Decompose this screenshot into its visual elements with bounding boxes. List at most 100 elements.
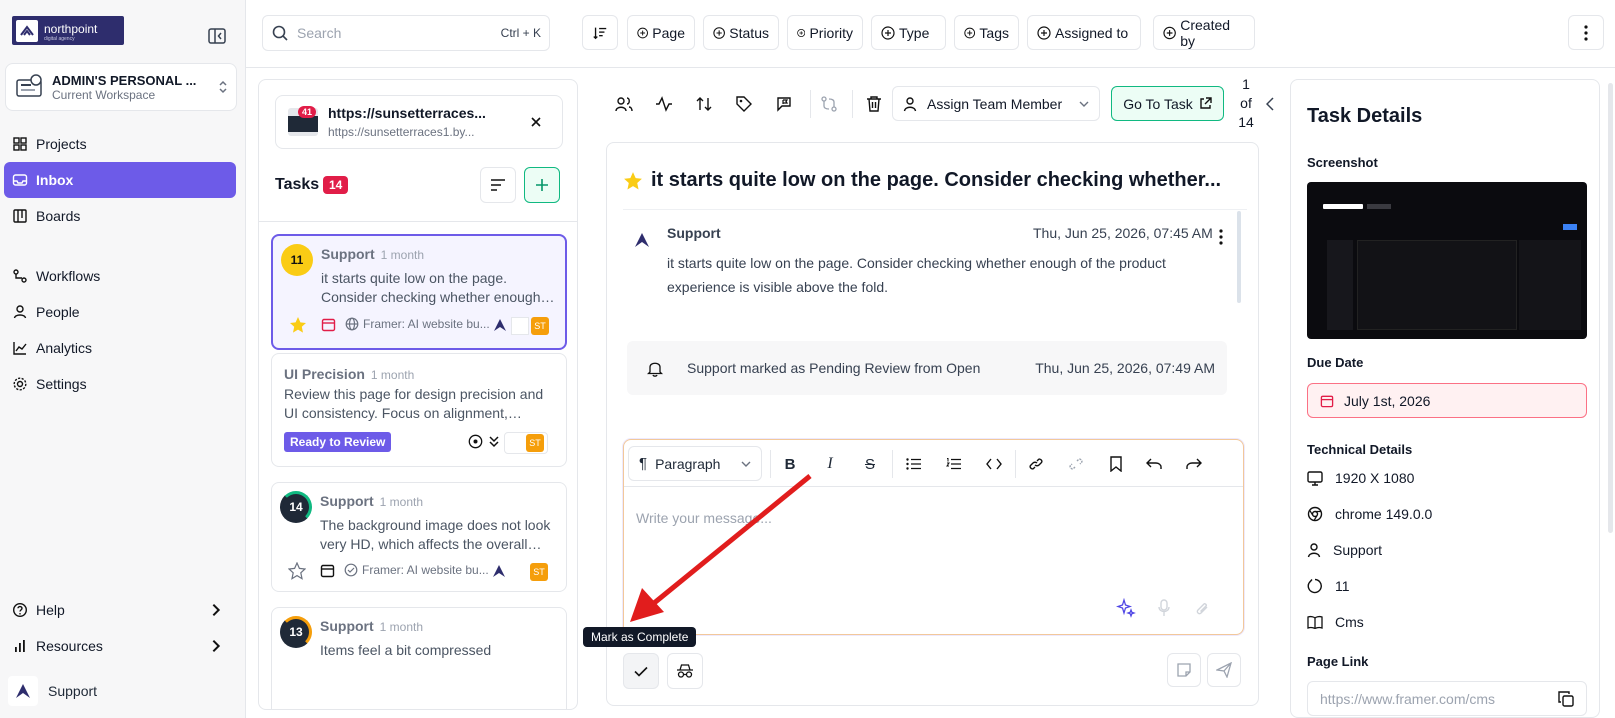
page-link-value: https://www.framer.com/cms: [1320, 690, 1496, 707]
tasks-heading: Tasks: [275, 176, 320, 193]
strikethrough-icon[interactable]: S: [858, 452, 882, 476]
sidebar-item-people[interactable]: People: [4, 294, 236, 330]
sort-button[interactable]: [582, 15, 618, 50]
microphone-icon[interactable]: [1152, 596, 1176, 620]
calendar-icon[interactable]: [320, 563, 335, 578]
flag-message-icon[interactable]: [772, 92, 796, 116]
sidebar-item-workflows[interactable]: Workflows: [4, 258, 236, 294]
page-link-card[interactable]: 41 https://sunsetterraces... https://sun…: [275, 95, 563, 149]
task-card[interactable]: 11 Support 1 month it starts quite low on…: [271, 234, 567, 350]
activity-date: Thu, Jun 25, 2026, 07:49 AM: [1035, 360, 1215, 376]
tasks-panel: 41 https://sunsetterraces... https://sun…: [258, 79, 578, 710]
task-number-avatar: 13: [280, 616, 312, 648]
bullet-list-icon[interactable]: [902, 452, 926, 476]
paperclip-icon[interactable]: [1190, 596, 1214, 620]
comment-menu-icon[interactable]: [1219, 229, 1223, 245]
task-card-text: The background image does not look very …: [320, 517, 551, 552]
chevron-left-icon[interactable]: [1262, 94, 1278, 114]
send-icon: [1216, 662, 1232, 678]
italic-icon[interactable]: I: [818, 452, 842, 476]
current-user[interactable]: Support: [8, 676, 97, 706]
add-task-button[interactable]: [524, 167, 560, 203]
topbar-divider: [246, 67, 1615, 68]
toolbar-divider: [1015, 450, 1016, 478]
sidebar-item-analytics[interactable]: Analytics: [4, 330, 236, 366]
task-card-text: Review this page for design precision an…: [284, 386, 544, 421]
git-compare-icon[interactable]: [817, 92, 841, 116]
filter-priority-button[interactable]: Priority: [787, 15, 863, 50]
numbered-list-icon[interactable]: [942, 452, 966, 476]
sidebar-item-boards[interactable]: Boards: [4, 198, 236, 234]
annotation-arrow-icon: [630, 474, 812, 622]
star-icon[interactable]: [289, 316, 307, 334]
undo-icon[interactable]: [1142, 452, 1166, 476]
more-menu-button[interactable]: [1568, 15, 1604, 50]
workspace-switcher[interactable]: ADMIN'S PERSONAL ... Current Workspace: [5, 63, 237, 111]
unlink-icon[interactable]: [1064, 452, 1088, 476]
search-input[interactable]: Search Ctrl + K: [262, 15, 550, 51]
mark-complete-button[interactable]: [623, 653, 659, 689]
send-button[interactable]: [1207, 653, 1241, 687]
assign-team-member-dropdown[interactable]: Assign Team Member: [892, 86, 1100, 121]
filter-assigned-to-button[interactable]: Assigned to: [1027, 15, 1141, 50]
link-icon[interactable]: [1024, 452, 1048, 476]
incognito-button[interactable]: [667, 653, 703, 689]
scrollbar[interactable]: [1237, 211, 1241, 303]
task-source: Framer: AI website bu...: [345, 317, 490, 331]
brand-logo[interactable]: northpoint digital agency: [12, 16, 124, 45]
filter-created-by-button[interactable]: Created by: [1153, 15, 1255, 50]
page-link-field[interactable]: https://www.framer.com/cms: [1307, 681, 1587, 716]
copy-icon[interactable]: [1558, 690, 1574, 707]
avatar: [8, 676, 38, 706]
assign-label: Assign Team Member: [927, 95, 1063, 112]
trash-icon[interactable]: [862, 92, 886, 116]
go-to-task-button[interactable]: Go To Task: [1111, 86, 1224, 121]
divider: [259, 221, 577, 222]
task-source: Framer: AI website bu...: [344, 563, 489, 577]
plus-circle-icon: [1037, 25, 1051, 40]
filter-tags-button[interactable]: Tags: [954, 15, 1019, 50]
activity-icon[interactable]: [652, 92, 676, 116]
task-card[interactable]: 14 Support 1 month The background image d…: [271, 482, 567, 592]
activity-row: Support marked as Pending Review from Op…: [627, 341, 1227, 395]
sort-arrows-icon[interactable]: [692, 92, 716, 116]
calendar-icon[interactable]: [321, 317, 336, 332]
collapse-sidebar-icon[interactable]: [208, 28, 226, 44]
filter-label: Status: [729, 24, 769, 41]
note-button[interactable]: [1167, 653, 1201, 687]
details-title: Task Details: [1307, 105, 1423, 127]
tag-icon[interactable]: [732, 92, 756, 116]
due-date-label: Due Date: [1307, 355, 1364, 370]
sidebar-item-resources[interactable]: Resources: [4, 628, 236, 664]
inbox-icon: [12, 174, 28, 186]
plus-circle-icon: [881, 25, 895, 40]
sidebar-item-settings[interactable]: Settings: [4, 366, 236, 402]
task-card[interactable]: UI Precision 1 month Review this page for…: [271, 353, 567, 467]
users-icon[interactable]: [612, 92, 636, 116]
star-icon[interactable]: [623, 171, 643, 191]
screenshot-thumbnail[interactable]: [1307, 182, 1587, 339]
filter-status-button[interactable]: Status: [703, 15, 779, 50]
user-icon: [903, 96, 917, 111]
sidebar-item-projects[interactable]: Projects: [4, 126, 236, 162]
chevron-updown-icon: [218, 80, 228, 94]
comment-author: Support: [667, 225, 721, 241]
filter-type-button[interactable]: Type: [871, 15, 946, 50]
page-scrollbar[interactable]: [1608, 83, 1613, 533]
sparkles-icon[interactable]: [1114, 596, 1138, 620]
task-card-text: it starts quite low on the page. Conside…: [321, 270, 541, 305]
toolbar-divider: [810, 90, 811, 118]
due-date-field[interactable]: July 1st, 2026: [1307, 383, 1587, 418]
sidebar-item-inbox[interactable]: Inbox: [4, 162, 236, 198]
sort-tasks-button[interactable]: [480, 167, 516, 203]
filter-page-button[interactable]: Page: [627, 15, 695, 50]
sidebar-item-help[interactable]: Help: [4, 592, 236, 628]
chrome-icon: [1307, 506, 1323, 522]
star-outline-icon[interactable]: [288, 562, 306, 580]
bookmark-icon[interactable]: [1104, 452, 1128, 476]
filter-label: Assigned to: [1055, 24, 1129, 41]
redo-icon[interactable]: [1182, 452, 1206, 476]
code-icon[interactable]: [982, 452, 1006, 476]
task-card[interactable]: 13 Support 1 month Items feel a bit compr…: [271, 607, 567, 709]
close-icon[interactable]: [530, 116, 542, 128]
